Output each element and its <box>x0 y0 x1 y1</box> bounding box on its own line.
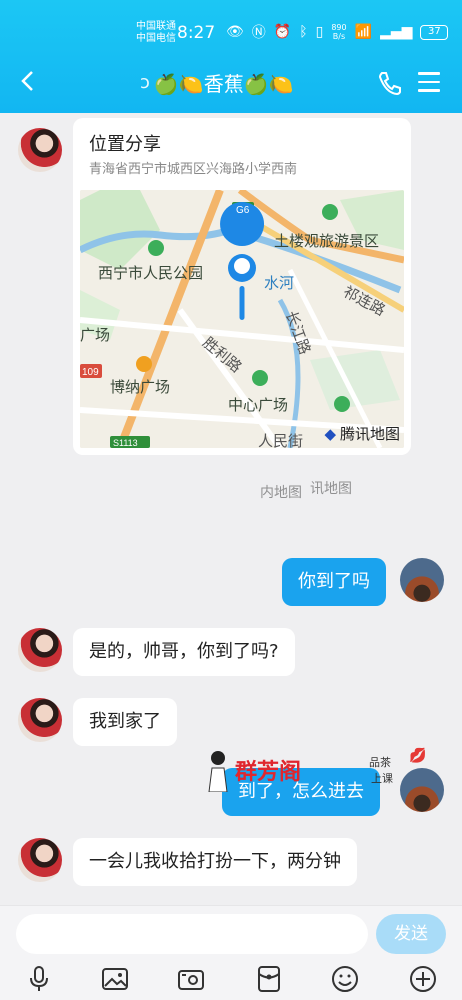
back-button[interactable] <box>18 66 38 104</box>
map-label-s1113: S1113 <box>113 438 138 448</box>
chat-header: 中国联通 中国电信 8:27 👁 Ⓝ ⏰ ᛒ ▯ 890 B/s 📶 ▂▄▆ 3… <box>0 0 462 113</box>
eye-icon: 👁 <box>226 24 244 40</box>
wifi-icon: 📶 <box>354 24 373 40</box>
sticker-brand: 群芳阁 <box>235 760 302 785</box>
map-label-park: 西宁市人民公园 <box>98 264 204 282</box>
clock: 8:27 <box>177 23 216 43</box>
contact-avatar[interactable] <box>18 128 62 172</box>
map-label-bona: 博纳广场 <box>110 378 171 396</box>
map-label-river: 水河 <box>264 274 295 292</box>
carrier-info: 中国联通 中国电信 <box>136 21 176 45</box>
vibrate-icon: ▯ <box>315 24 324 40</box>
map-label-square: 广场 <box>80 326 111 344</box>
location-card-title: 位置分享 <box>89 134 161 155</box>
call-button[interactable] <box>376 70 402 96</box>
lips-icon: 💋 <box>409 748 427 764</box>
status-bar: 中国联通 中国电信 8:27 👁 Ⓝ ⏰ ᛒ ▯ 890 B/s 📶 ▂▄▆ 3… <box>0 0 462 64</box>
contact-avatar[interactable] <box>18 698 62 742</box>
map-credit: ◆ 腾讯地图 <box>324 423 400 444</box>
camera-icon[interactable] <box>176 964 206 994</box>
map-label-zhongxin: 中心广场 <box>228 396 289 414</box>
input-bar: 发送 <box>0 905 462 1000</box>
chevron-left-icon <box>21 71 33 91</box>
ghost-text-b: 讯地图 <box>310 481 352 497</box>
carrier-1: 中国联通 <box>136 21 176 32</box>
net-speed-unit: B/s <box>332 32 346 41</box>
title-bar: ↄ 🍏🍋香蕉🍏🍋 <box>0 64 462 104</box>
message-input[interactable] <box>16 914 368 954</box>
compass-icon: ◆ <box>324 424 336 443</box>
sticker-class: 上课 <box>371 772 393 785</box>
sticker-tea: 品茶 <box>369 756 391 769</box>
contact-avatar[interactable] <box>18 628 62 672</box>
location-share-card[interactable]: 位置分享 青海省西宁市城西区兴海路小学西南 G6 109 S1113 西宁市人民… <box>73 118 411 455</box>
send-button[interactable]: 发送 <box>376 914 446 954</box>
carrier-2: 中国电信 <box>136 33 176 44</box>
net-speed-value: 890 <box>331 23 347 32</box>
plus-icon[interactable] <box>408 964 438 994</box>
contact-avatar[interactable] <box>18 838 62 882</box>
map-label-109: 109 <box>82 367 99 378</box>
alarm-icon: ⏰ <box>273 24 292 40</box>
battery-icon: 37 <box>420 24 449 40</box>
location-address: 青海省西宁市城西区兴海路小学西南 <box>89 162 298 177</box>
message-bubble-in[interactable]: 我到家了 <box>73 698 177 746</box>
ghost-text-a: 内地图 <box>260 485 302 501</box>
net-speed: 890 B/s <box>331 23 346 41</box>
message-bubble-in[interactable]: 一会儿我收拾打扮一下，两分钟 <box>73 838 357 886</box>
message-bubble-in[interactable]: 是的，帅哥，你到了吗? <box>73 628 295 676</box>
red-packet-icon[interactable] <box>254 964 284 994</box>
map-label-scenic: 土楼观旅游景区 <box>274 232 380 250</box>
sticker-overlay: 群芳阁 品茶 上课 💋 <box>203 748 433 798</box>
bluetooth-icon: ᛒ <box>299 24 308 40</box>
image-icon[interactable] <box>100 964 130 994</box>
contact-name: 🍏🍋香蕉🍏🍋 <box>153 72 294 96</box>
input-toolbar <box>0 962 462 998</box>
chat-title: ↄ 🍏🍋香蕉🍏🍋 <box>140 68 294 97</box>
my-avatar[interactable] <box>400 558 444 602</box>
map-label-g6: G6 <box>236 205 250 216</box>
map-label-renmin: 人民街 <box>258 432 304 448</box>
map-preview[interactable]: G6 109 S1113 西宁市人民公园 土楼观旅游景区 水河 祁连路 广场 博… <box>80 190 404 448</box>
emoji-icon[interactable] <box>330 964 360 994</box>
message-bubble-out[interactable]: 你到了吗 <box>282 558 386 606</box>
phone-icon <box>378 72 401 96</box>
ear-icon: ↄ <box>140 72 150 93</box>
ghost-overlay: 内地图 讯地图 <box>190 472 430 512</box>
menu-button[interactable] <box>418 72 440 92</box>
map-credit-text: 腾讯地图 <box>339 425 400 443</box>
signal-icon: ▂▄▆ <box>380 24 413 40</box>
nfc-icon: Ⓝ <box>251 25 266 41</box>
status-icons: 👁 Ⓝ ⏰ ᛒ ▯ 890 B/s 📶 ▂▄▆ 37 <box>226 22 449 42</box>
girl-sticker-icon <box>208 751 228 792</box>
microphone-icon[interactable] <box>24 964 54 994</box>
